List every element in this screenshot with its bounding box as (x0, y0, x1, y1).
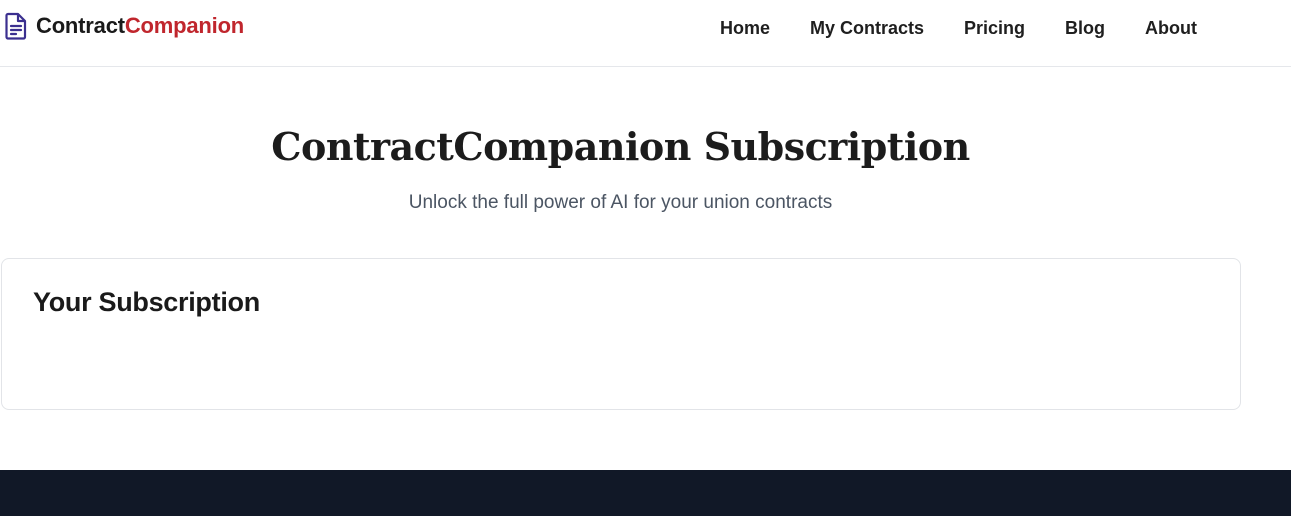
page-title: ContractCompanion Subscription (271, 124, 970, 169)
brand-logo-link[interactable]: ContractCompanion (4, 12, 244, 40)
brand-name-part1: Contract (36, 13, 125, 38)
nav-my-contracts[interactable]: My Contracts (810, 18, 924, 39)
site-footer (0, 470, 1291, 516)
brand-name: ContractCompanion (36, 13, 244, 39)
nav-home[interactable]: Home (720, 18, 770, 39)
page-subtitle: Unlock the full power of AI for your uni… (408, 192, 833, 213)
subscription-card-title: Your Subscription (33, 287, 260, 317)
main-nav: Home My Contracts Pricing Blog About (680, 0, 1197, 56)
nav-about[interactable]: About (1145, 18, 1197, 39)
subscription-card: Your Subscription (1, 258, 1241, 410)
site-header: ContractCompanion Home My Contracts Pric… (0, 0, 1291, 67)
nav-blog[interactable]: Blog (1065, 18, 1105, 39)
nav-pricing[interactable]: Pricing (964, 18, 1025, 39)
brand-name-part2: Companion (124, 13, 245, 38)
document-icon (4, 12, 28, 40)
